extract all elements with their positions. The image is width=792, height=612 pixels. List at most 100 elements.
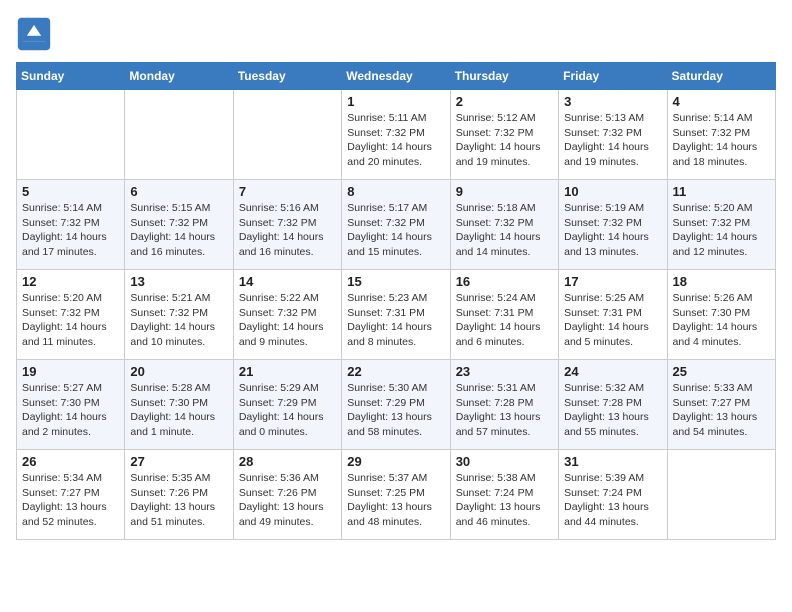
logo-icon — [16, 16, 52, 52]
day-info: Sunrise: 5:23 AMSunset: 7:31 PMDaylight:… — [347, 291, 444, 350]
header-day: Friday — [559, 63, 667, 90]
calendar-day-cell: 29Sunrise: 5:37 AMSunset: 7:25 PMDayligh… — [342, 450, 450, 540]
day-info: Sunrise: 5:22 AMSunset: 7:32 PMDaylight:… — [239, 291, 336, 350]
day-info: Sunrise: 5:12 AMSunset: 7:32 PMDaylight:… — [456, 111, 553, 170]
day-number: 31 — [564, 454, 661, 469]
day-info: Sunrise: 5:14 AMSunset: 7:32 PMDaylight:… — [673, 111, 770, 170]
day-info: Sunrise: 5:33 AMSunset: 7:27 PMDaylight:… — [673, 381, 770, 440]
day-info: Sunrise: 5:11 AMSunset: 7:32 PMDaylight:… — [347, 111, 444, 170]
calendar-week-row: 19 Sunrise: 5:27 AMSunset: 7:30 PMDayligh… — [17, 360, 776, 450]
day-info: Sunrise: 5:21 AMSunset: 7:32 PMDaylight:… — [130, 291, 227, 350]
header-day: Monday — [125, 63, 233, 90]
day-number: 18 — [673, 274, 770, 289]
header-day: Wednesday — [342, 63, 450, 90]
page-header — [16, 16, 776, 52]
calendar-header: SundayMondayTuesdayWednesdayThursdayFrid… — [17, 63, 776, 90]
day-info: Sunrise: 5:31 AMSunset: 7:28 PMDaylight:… — [456, 381, 553, 440]
calendar-day-cell: 4 Sunrise: 5:14 AMSunset: 7:32 PMDaylight… — [667, 90, 775, 180]
day-number: 23 — [456, 364, 553, 379]
calendar-day-cell: 24Sunrise: 5:32 AMSunset: 7:28 PMDayligh… — [559, 360, 667, 450]
calendar-table: SundayMondayTuesdayWednesdayThursdayFrid… — [16, 62, 776, 540]
calendar-week-row: 1 Sunrise: 5:11 AMSunset: 7:32 PMDaylight… — [17, 90, 776, 180]
day-info: Sunrise: 5:35 AMSunset: 7:26 PMDaylight:… — [130, 471, 227, 530]
calendar-day-cell — [125, 90, 233, 180]
day-number: 28 — [239, 454, 336, 469]
day-number: 24 — [564, 364, 661, 379]
calendar-day-cell: 30Sunrise: 5:38 AMSunset: 7:24 PMDayligh… — [450, 450, 558, 540]
day-info: Sunrise: 5:17 AMSunset: 7:32 PMDaylight:… — [347, 201, 444, 260]
calendar-day-cell: 2 Sunrise: 5:12 AMSunset: 7:32 PMDaylight… — [450, 90, 558, 180]
logo — [16, 16, 56, 52]
calendar-day-cell: 27 Sunrise: 5:35 AMSunset: 7:26 PMDayligh… — [125, 450, 233, 540]
day-number: 26 — [22, 454, 119, 469]
calendar-day-cell: 6 Sunrise: 5:15 AMSunset: 7:32 PMDaylight… — [125, 180, 233, 270]
calendar-day-cell: 28 Sunrise: 5:36 AMSunset: 7:26 PMDayligh… — [233, 450, 341, 540]
calendar-day-cell: 5 Sunrise: 5:14 AMSunset: 7:32 PMDaylight… — [17, 180, 125, 270]
calendar-day-cell: 19 Sunrise: 5:27 AMSunset: 7:30 PMDayligh… — [17, 360, 125, 450]
calendar-day-cell: 26 Sunrise: 5:34 AMSunset: 7:27 PMDayligh… — [17, 450, 125, 540]
day-info: Sunrise: 5:13 AMSunset: 7:32 PMDaylight:… — [564, 111, 661, 170]
calendar-day-cell — [17, 90, 125, 180]
header-day: Saturday — [667, 63, 775, 90]
calendar-day-cell: 14 Sunrise: 5:22 AMSunset: 7:32 PMDayligh… — [233, 270, 341, 360]
calendar-day-cell: 13 Sunrise: 5:21 AMSunset: 7:32 PMDayligh… — [125, 270, 233, 360]
day-number: 5 — [22, 184, 119, 199]
day-info: Sunrise: 5:34 AMSunset: 7:27 PMDaylight:… — [22, 471, 119, 530]
calendar-day-cell: 12Sunrise: 5:20 AMSunset: 7:32 PMDayligh… — [17, 270, 125, 360]
day-info: Sunrise: 5:20 AMSunset: 7:32 PMDaylight:… — [673, 201, 770, 260]
calendar-day-cell: 21 Sunrise: 5:29 AMSunset: 7:29 PMDayligh… — [233, 360, 341, 450]
calendar-day-cell: 17Sunrise: 5:25 AMSunset: 7:31 PMDayligh… — [559, 270, 667, 360]
calendar-day-cell: 7 Sunrise: 5:16 AMSunset: 7:32 PMDaylight… — [233, 180, 341, 270]
calendar-day-cell: 8 Sunrise: 5:17 AMSunset: 7:32 PMDaylight… — [342, 180, 450, 270]
day-number: 9 — [456, 184, 553, 199]
day-info: Sunrise: 5:15 AMSunset: 7:32 PMDaylight:… — [130, 201, 227, 260]
day-number: 11 — [673, 184, 770, 199]
day-info: Sunrise: 5:39 AMSunset: 7:24 PMDaylight:… — [564, 471, 661, 530]
day-number: 21 — [239, 364, 336, 379]
calendar-day-cell: 16Sunrise: 5:24 AMSunset: 7:31 PMDayligh… — [450, 270, 558, 360]
calendar-day-cell: 22Sunrise: 5:30 AMSunset: 7:29 PMDayligh… — [342, 360, 450, 450]
day-number: 10 — [564, 184, 661, 199]
day-number: 2 — [456, 94, 553, 109]
calendar-day-cell: 20Sunrise: 5:28 AMSunset: 7:30 PMDayligh… — [125, 360, 233, 450]
day-number: 14 — [239, 274, 336, 289]
day-number: 4 — [673, 94, 770, 109]
header-day: Thursday — [450, 63, 558, 90]
day-number: 13 — [130, 274, 227, 289]
day-number: 7 — [239, 184, 336, 199]
calendar-week-row: 26 Sunrise: 5:34 AMSunset: 7:27 PMDayligh… — [17, 450, 776, 540]
day-info: Sunrise: 5:16 AMSunset: 7:32 PMDaylight:… — [239, 201, 336, 260]
calendar-day-cell: 11 Sunrise: 5:20 AMSunset: 7:32 PMDayligh… — [667, 180, 775, 270]
day-number: 6 — [130, 184, 227, 199]
calendar-week-row: 12Sunrise: 5:20 AMSunset: 7:32 PMDayligh… — [17, 270, 776, 360]
calendar-day-cell: 10Sunrise: 5:19 AMSunset: 7:32 PMDayligh… — [559, 180, 667, 270]
day-number: 27 — [130, 454, 227, 469]
day-number: 19 — [22, 364, 119, 379]
day-info: Sunrise: 5:36 AMSunset: 7:26 PMDaylight:… — [239, 471, 336, 530]
day-info: Sunrise: 5:27 AMSunset: 7:30 PMDaylight:… — [22, 381, 119, 440]
calendar-body: 1 Sunrise: 5:11 AMSunset: 7:32 PMDaylight… — [17, 90, 776, 540]
calendar-day-cell: 3 Sunrise: 5:13 AMSunset: 7:32 PMDaylight… — [559, 90, 667, 180]
day-info: Sunrise: 5:18 AMSunset: 7:32 PMDaylight:… — [456, 201, 553, 260]
calendar-day-cell: 23 Sunrise: 5:31 AMSunset: 7:28 PMDayligh… — [450, 360, 558, 450]
calendar-day-cell: 9 Sunrise: 5:18 AMSunset: 7:32 PMDaylight… — [450, 180, 558, 270]
header-day: Sunday — [17, 63, 125, 90]
calendar-day-cell: 31 Sunrise: 5:39 AMSunset: 7:24 PMDayligh… — [559, 450, 667, 540]
day-number: 22 — [347, 364, 444, 379]
day-info: Sunrise: 5:37 AMSunset: 7:25 PMDaylight:… — [347, 471, 444, 530]
calendar-day-cell: 15Sunrise: 5:23 AMSunset: 7:31 PMDayligh… — [342, 270, 450, 360]
day-info: Sunrise: 5:25 AMSunset: 7:31 PMDaylight:… — [564, 291, 661, 350]
day-number: 30 — [456, 454, 553, 469]
day-number: 25 — [673, 364, 770, 379]
day-info: Sunrise: 5:29 AMSunset: 7:29 PMDaylight:… — [239, 381, 336, 440]
day-number: 8 — [347, 184, 444, 199]
day-info: Sunrise: 5:28 AMSunset: 7:30 PMDaylight:… — [130, 381, 227, 440]
day-number: 1 — [347, 94, 444, 109]
day-info: Sunrise: 5:14 AMSunset: 7:32 PMDaylight:… — [22, 201, 119, 260]
day-info: Sunrise: 5:20 AMSunset: 7:32 PMDaylight:… — [22, 291, 119, 350]
day-number: 3 — [564, 94, 661, 109]
calendar-week-row: 5 Sunrise: 5:14 AMSunset: 7:32 PMDaylight… — [17, 180, 776, 270]
calendar-day-cell: 1 Sunrise: 5:11 AMSunset: 7:32 PMDaylight… — [342, 90, 450, 180]
day-number: 16 — [456, 274, 553, 289]
calendar-day-cell — [233, 90, 341, 180]
